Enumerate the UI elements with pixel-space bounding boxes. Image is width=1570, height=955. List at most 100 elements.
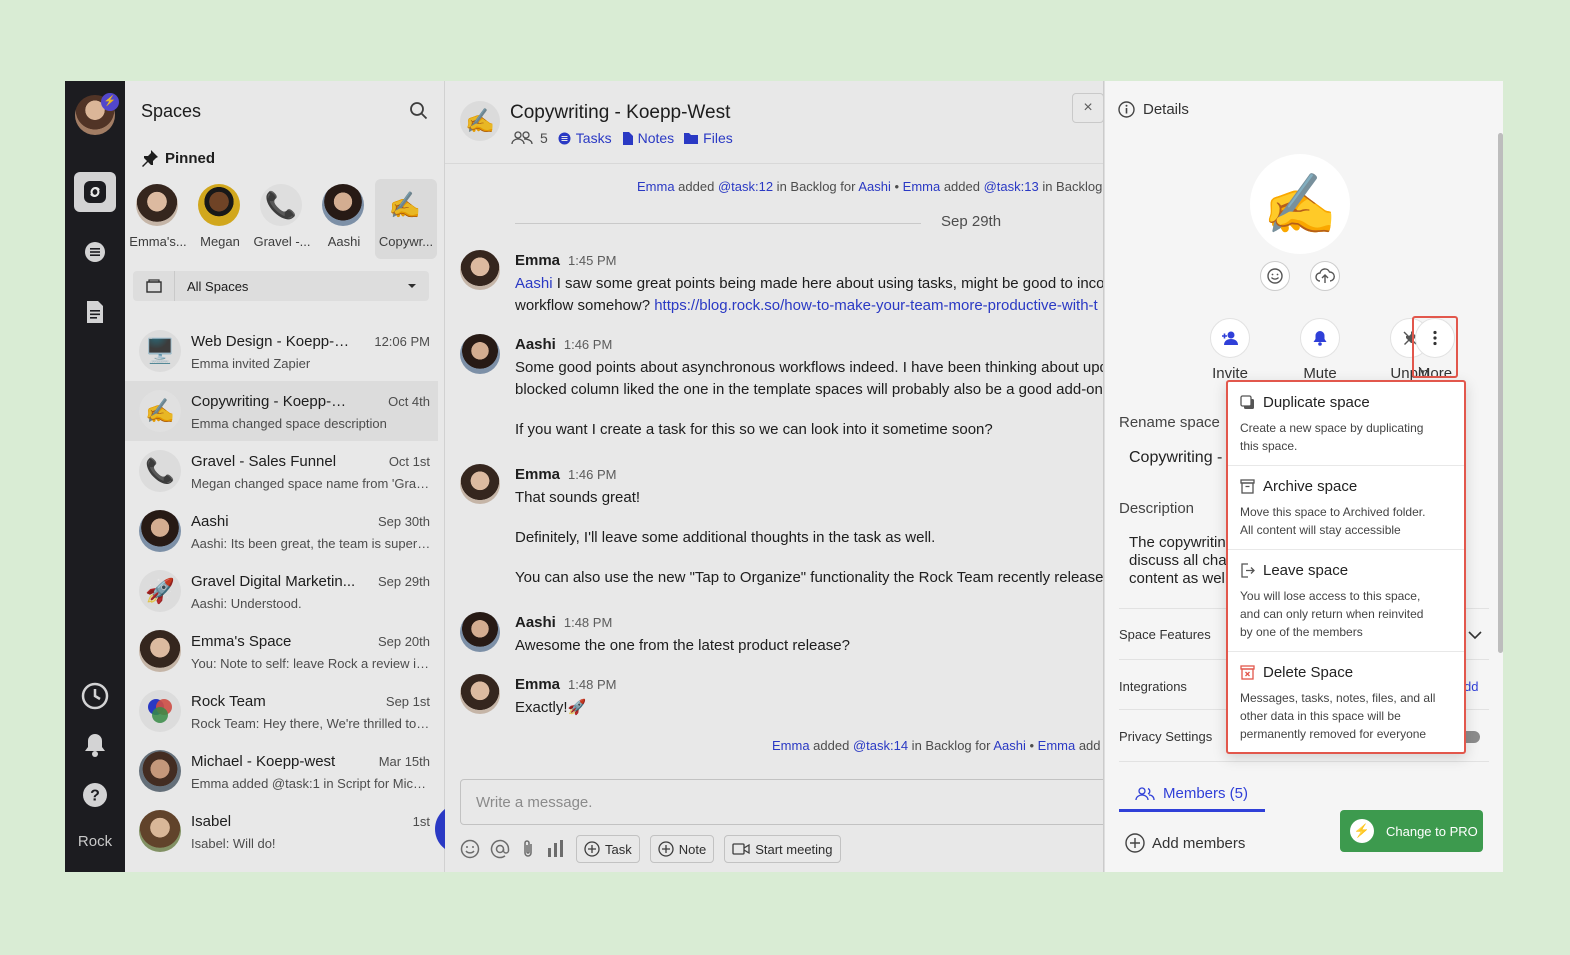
url-link[interactable]: https://blog.rock.so/how-to-make-your-te… (654, 297, 1097, 314)
list-item[interactable]: Rock Team Sep 1st Rock Team: Hey there, … (125, 681, 438, 741)
mention[interactable]: Emma (1038, 738, 1076, 753)
poll-icon[interactable] (546, 839, 566, 859)
menu-item-delete-space[interactable]: Delete Space Messages, tasks, notes, fil… (1228, 652, 1464, 752)
pinned-space-megan[interactable]: Megan (189, 179, 251, 259)
space-preview: Isabel: Will do! (191, 836, 276, 851)
change-to-pro-button[interactable]: ⚡ Change to PRO (1340, 810, 1483, 852)
help-nav-button[interactable]: ? (74, 775, 116, 815)
menu-item-description: Create a new space by duplicating this s… (1240, 419, 1452, 455)
start-meeting-button[interactable]: Start meeting (724, 835, 841, 863)
mention[interactable]: Aashi (993, 738, 1026, 753)
pinned-space-emma[interactable]: Emma's... (127, 179, 189, 259)
spaces-filter: All Spaces (133, 271, 429, 301)
add-integration-link[interactable]: dd (1464, 679, 1478, 694)
avatar[interactable] (460, 612, 500, 652)
tab-files[interactable]: Files (684, 130, 733, 146)
message-author: Emma 1:46 PM (515, 466, 616, 483)
list-item[interactable]: 📞 Gravel - Sales Funnel Oct 1st Megan ch… (125, 441, 438, 501)
space-emoji-large[interactable]: ✍️ (1250, 154, 1350, 254)
mention[interactable]: Emma (903, 179, 941, 194)
avatar[interactable] (460, 334, 500, 374)
privacy-settings-row[interactable]: Privacy Settings (1119, 729, 1212, 744)
description-line: Messages, tasks, notes, files, and all (1240, 691, 1436, 705)
list-item[interactable]: Aashi Sep 30th Aashi: Its been great, th… (125, 501, 438, 561)
members-count-button[interactable]: 5 (510, 130, 548, 146)
spaces-filter-select[interactable]: All Spaces (175, 271, 429, 301)
message-input[interactable]: Write a message. (460, 779, 1120, 825)
mention[interactable]: Aashi (858, 179, 891, 194)
pinned-spaces: Emma's... Megan 📞 Gravel -... Aashi ✍️ C… (127, 179, 439, 259)
menu-item-archive-space[interactable]: Archive space Move this space to Archive… (1228, 466, 1464, 550)
text: in Backlog (1038, 179, 1103, 194)
integrations-row[interactable]: Integrations (1119, 679, 1187, 694)
list-item[interactable]: Isabel 1st Isabel: Will do! (125, 801, 438, 861)
menu-item-leave-space[interactable]: Leave space You will lose access to this… (1228, 550, 1464, 652)
mention-icon[interactable] (490, 839, 510, 859)
attachment-icon[interactable] (520, 839, 536, 859)
avatar (136, 184, 178, 226)
description-line: and can only return when reinvited (1240, 607, 1424, 621)
emoji-icon[interactable] (460, 839, 480, 859)
list-item[interactable]: ✍️ Copywriting - Koepp-W... Oct 4th Emma… (125, 381, 438, 441)
mention[interactable]: Emma (637, 179, 675, 194)
date-divider: Sep 29th (515, 213, 1105, 233)
divider-line (515, 223, 921, 224)
change-emoji-button[interactable] (1260, 261, 1290, 291)
space-meta: 5 Tasks Notes Files (510, 130, 733, 146)
tasks-nav-button[interactable] (74, 232, 116, 272)
pinned-space-copywriting[interactable]: ✍️ Copywr... (375, 179, 437, 259)
task-link[interactable]: @task:14 (853, 738, 908, 753)
mention[interactable]: Emma (772, 738, 810, 753)
list-item[interactable]: 🚀 Gravel Digital Marketin... Sep 29th Aa… (125, 561, 438, 621)
notifications-nav-button[interactable] (74, 725, 116, 765)
list-item[interactable]: Michael - Koepp-west Mar 15th Emma added… (125, 741, 438, 801)
avatar[interactable] (460, 250, 500, 290)
add-note-button[interactable]: Note (649, 835, 715, 863)
notes-nav-button[interactable] (74, 292, 116, 332)
tab-notes[interactable]: Notes (622, 130, 674, 146)
space-name: Gravel - Sales Funnel (191, 453, 337, 470)
pinned-space-gravel[interactable]: 📞 Gravel -... (251, 179, 313, 259)
avatar[interactable] (460, 674, 500, 714)
add-members-button[interactable]: Add members (1125, 833, 1245, 853)
add-task-button[interactable]: Task (576, 835, 640, 863)
mention[interactable]: Aashi (515, 275, 553, 292)
mute-button[interactable]: Mute (1290, 318, 1350, 382)
change-to-pro-label: Change to PRO (1386, 823, 1478, 839)
tab-tasks[interactable]: Tasks (558, 130, 612, 146)
space-features-row[interactable]: Space Features (1119, 627, 1211, 642)
space-time: Oct 4th (388, 394, 430, 409)
history-nav-button[interactable] (74, 676, 116, 716)
upload-image-button[interactable] (1310, 261, 1340, 291)
description-input[interactable]: The copywritin discuss all cha content a… (1129, 534, 1227, 588)
message-time: 1:48 PM (563, 615, 613, 630)
pinned-space-aashi[interactable]: Aashi (313, 179, 375, 259)
spaces-nav-button[interactable] (74, 172, 116, 212)
avatar[interactable] (460, 464, 500, 504)
archive-folder-button[interactable] (133, 271, 175, 301)
task-link[interactable]: @task:13 (984, 179, 1039, 194)
pinned-space-label: Copywr... (378, 234, 434, 249)
message-author: Emma 1:45 PM (515, 252, 616, 269)
text: add (1075, 738, 1101, 753)
space-list: 🖥️ Web Design - Koepp-W... 12:06 PM Emma… (125, 321, 438, 861)
avatar (198, 184, 240, 226)
details-scrollbar[interactable] (1498, 133, 1503, 653)
invite-button[interactable]: Invite (1200, 318, 1260, 382)
list-item[interactable]: 🖥️ Web Design - Koepp-W... 12:06 PM Emma… (125, 321, 438, 381)
space-preview: Emma added @task:1 in Script for Mich... (191, 776, 431, 791)
message-text: Some good points about asynchronous work… (515, 359, 1105, 376)
chevron-down-icon[interactable] (1468, 631, 1482, 640)
pinned-heading-label: Pinned (165, 149, 216, 167)
menu-item-duplicate-space[interactable]: Duplicate space Create a new space by du… (1228, 382, 1464, 466)
message-time: 1:45 PM (568, 253, 617, 268)
close-details-button[interactable]: × (1072, 93, 1104, 123)
tab-members[interactable]: Members (5) (1119, 778, 1265, 812)
list-item[interactable]: Emma's Space Sep 20th You: Note to self:… (125, 621, 438, 681)
rename-input[interactable]: Copywriting - (1129, 449, 1222, 467)
task-link[interactable]: @task:12 (718, 179, 773, 194)
search-button[interactable] (409, 101, 429, 126)
composer-toolbar: Task Note Start meeting (460, 835, 841, 863)
pinned-space-label: Emma's... (129, 234, 187, 249)
space-time: Sep 20th (377, 634, 430, 649)
